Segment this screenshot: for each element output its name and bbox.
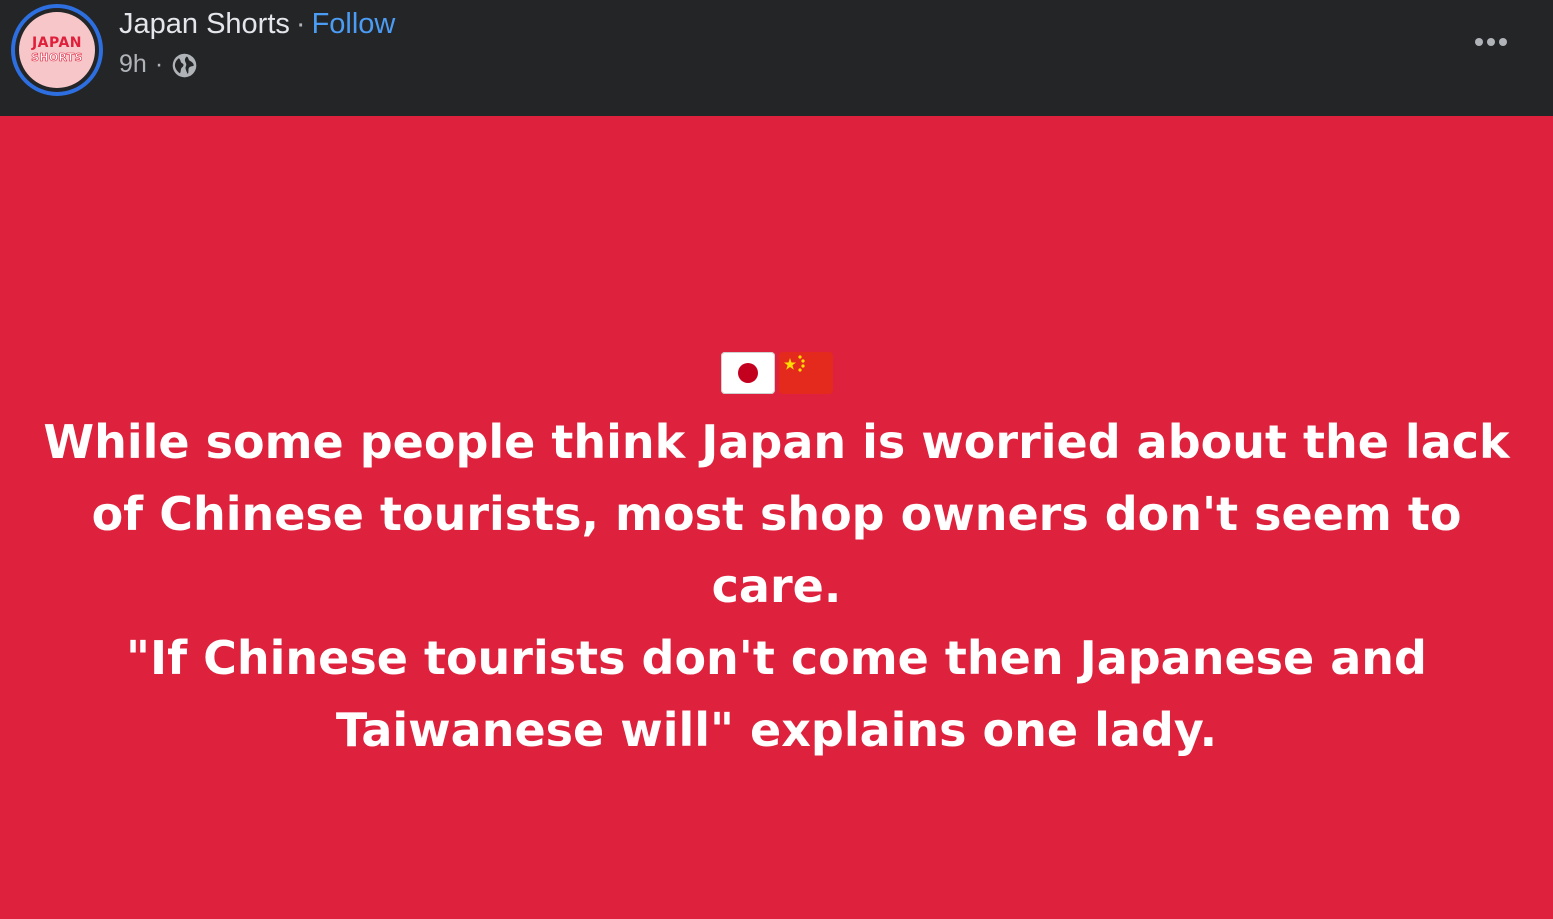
page-avatar[interactable]: JAPAN SHORTS	[11, 4, 103, 96]
facebook-post: JAPAN SHORTS Japan Shorts·Follow 9h ·	[0, 0, 1553, 919]
post-author-row: Japan Shorts · Follow	[119, 6, 395, 42]
post-paragraph-2: "If Chinese tourists don't come then Jap…	[126, 631, 1427, 757]
post-text: While some people think Japan is worried…	[40, 406, 1513, 766]
post-timestamp[interactable]: 9h	[119, 46, 147, 82]
meta-separator: ·	[154, 50, 164, 78]
follow-button[interactable]: Follow	[312, 8, 396, 40]
avatar-logo-line2: SHORTS	[31, 51, 83, 64]
flags-row	[0, 352, 1553, 396]
more-options-icon	[1475, 38, 1507, 46]
page-name-link[interactable]: Japan Shorts	[119, 8, 290, 40]
avatar-image: JAPAN SHORTS	[19, 12, 95, 88]
name-separator: ·	[295, 8, 306, 40]
more-options-button[interactable]	[1466, 24, 1516, 60]
avatar-logo-line1: JAPAN	[31, 35, 83, 51]
china-flag-icon	[778, 352, 833, 394]
post-meta-row: 9h ·	[119, 46, 198, 82]
post-background-card: While some people think Japan is worried…	[0, 116, 1553, 919]
japan-flag-icon	[720, 352, 775, 394]
globe-icon[interactable]	[171, 52, 198, 79]
post-header: JAPAN SHORTS Japan Shorts · Follow 9h ·	[0, 0, 1553, 116]
post-paragraph-1: While some people think Japan is worried…	[43, 415, 1510, 613]
